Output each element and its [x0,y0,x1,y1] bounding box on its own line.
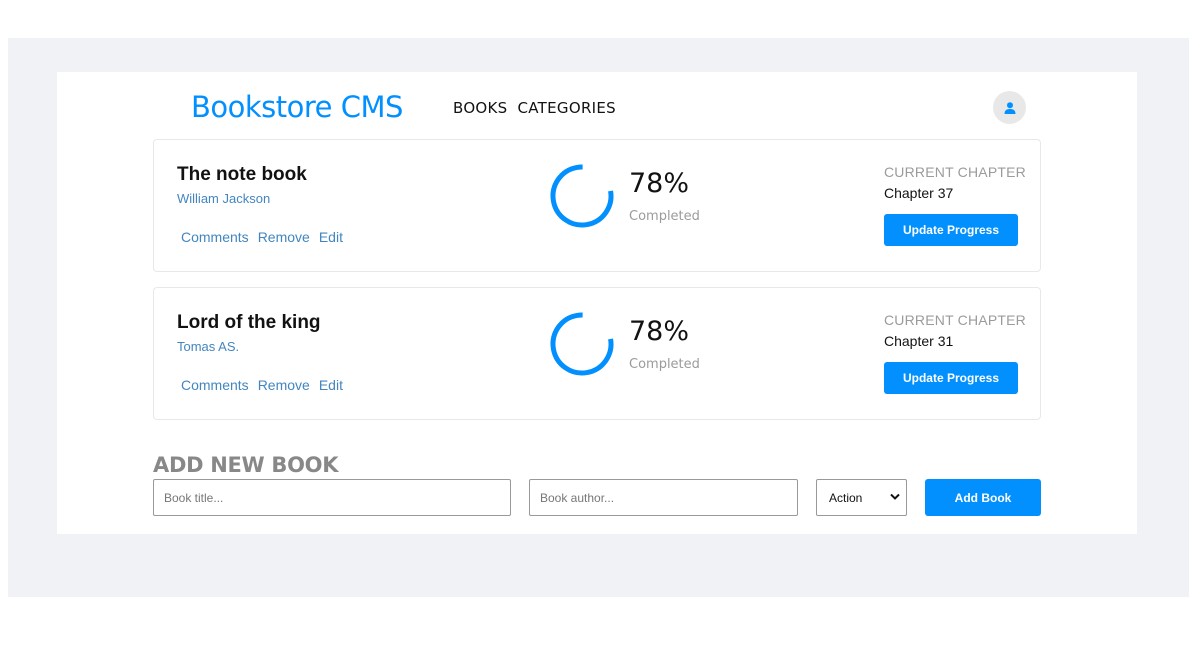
nav-books[interactable]: BOOKS [453,99,508,117]
category-selected: Action [829,490,863,505]
book-author[interactable]: William Jackson [177,191,270,206]
chevron-down-icon [890,493,900,500]
progress-percent: 78% [629,316,690,347]
update-progress-button[interactable]: Update Progress [884,214,1018,246]
edit-button[interactable]: Edit [319,229,343,245]
progress-status: Completed [629,357,700,372]
progress-ring [550,312,614,376]
nav-categories[interactable]: CATEGORIES [518,99,617,117]
progress-status: Completed [629,209,700,224]
header: Bookstore CMS BOOKS CATEGORIES [57,72,1137,140]
add-book-heading: ADD NEW BOOK [153,453,339,477]
update-progress-button[interactable]: Update Progress [884,362,1018,394]
main-nav: BOOKS CATEGORIES [453,99,616,117]
comments-button[interactable]: Comments [181,229,249,245]
current-chapter-label: CURRENT CHAPTER [884,164,1026,180]
edit-button[interactable]: Edit [319,377,343,393]
comments-button[interactable]: Comments [181,377,249,393]
book-card: The note book William Jackson Comments R… [153,139,1041,272]
add-book-button[interactable]: Add Book [925,479,1041,516]
book-author-input[interactable] [529,479,798,516]
user-button[interactable] [993,91,1026,124]
category-select[interactable]: Action [816,479,907,516]
current-chapter-label: CURRENT CHAPTER [884,312,1026,328]
current-chapter: Chapter 31 [884,333,954,349]
book-author[interactable]: Tomas AS. [177,339,239,354]
main-panel: Bookstore CMS BOOKS CATEGORIES The note … [57,72,1137,534]
remove-button[interactable]: Remove [258,377,310,393]
progress-percent: 78% [629,168,690,199]
brand-logo[interactable]: Bookstore CMS [191,90,403,124]
book-title: The note book [177,164,307,185]
user-icon [1004,101,1015,114]
book-card: Lord of the king Tomas AS. Comments Remo… [153,287,1041,420]
book-title: Lord of the king [177,312,321,333]
current-chapter: Chapter 37 [884,185,954,201]
remove-button[interactable]: Remove [258,229,310,245]
book-actions: Comments Remove Edit [181,377,343,393]
progress-ring [550,164,614,228]
book-title-input[interactable] [153,479,511,516]
book-actions: Comments Remove Edit [181,229,343,245]
